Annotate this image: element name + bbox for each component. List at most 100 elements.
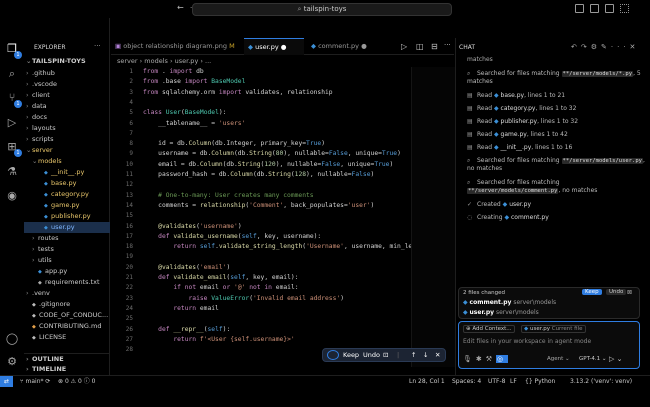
- settings-gear-icon[interactable]: ⚙: [5, 355, 19, 369]
- code-line[interactable]: return email: [143, 305, 219, 312]
- code-line[interactable]: email = db.Column(db.String(120), nullab…: [143, 161, 393, 168]
- indentation[interactable]: Spaces: 4: [452, 376, 481, 387]
- tree-item[interactable]: ◆ base.py: [24, 178, 110, 189]
- account-icon[interactable]: ◯: [5, 332, 19, 346]
- timeline-section[interactable]: › TIMELINE: [24, 364, 110, 375]
- search-icon[interactable]: ⌕: [5, 67, 19, 81]
- send-button[interactable]: ▷ ⌄: [609, 355, 622, 363]
- python-interpreter[interactable]: 3.13.2 ('venv': venv): [570, 376, 632, 387]
- file-link[interactable]: game.py: [501, 131, 527, 138]
- back-arrow-icon[interactable]: ←: [177, 3, 184, 12]
- model-selector[interactable]: GPT-4.1 ⌄: [579, 356, 607, 362]
- tree-item[interactable]: › scripts: [24, 134, 110, 145]
- code-line[interactable]: def validate_email(self, key, email):: [143, 274, 298, 281]
- code-line[interactable]: from .base import BaseModel: [143, 78, 245, 85]
- code-line[interactable]: if not email or '@' not in email:: [143, 284, 298, 291]
- code-line[interactable]: @validates('username'): [143, 223, 241, 230]
- customize-layout-icon[interactable]: [620, 4, 629, 13]
- code-line[interactable]: raise ValueError('Invalid email address'…: [143, 295, 344, 302]
- tree-item[interactable]: ◆ __init__.py: [24, 167, 110, 178]
- run-debug-icon[interactable]: ▷: [5, 116, 19, 130]
- code-line[interactable]: def validate_username(self, key, usernam…: [143, 233, 321, 240]
- tree-item[interactable]: › docs: [24, 112, 110, 123]
- current-file-chip[interactable]: ◆ user.py Current file: [521, 325, 586, 333]
- code-editor[interactable]: 1 from . import db 2 from .base import Base…: [111, 67, 411, 367]
- code-line[interactable]: id = db.Column(db.Integer, primary_key=T…: [143, 140, 325, 147]
- tree-item[interactable]: ◆ user.py: [24, 222, 110, 233]
- code-line[interactable]: # One-to-many: User creates many comment…: [143, 192, 313, 199]
- language-mode[interactable]: {} Python: [525, 376, 555, 387]
- toggle-primary-sidebar-icon[interactable]: [575, 4, 584, 13]
- chat-toolbar-icons[interactable]: ↶↷⚙✎···✕: [571, 43, 639, 51]
- changed-file-user[interactable]: ◆ user.py server\models: [463, 309, 539, 316]
- tree-item[interactable]: ◆ LICENSE: [24, 332, 110, 343]
- chat-input-box[interactable]: ⊕ Add Context... ◆ user.py Current file …: [458, 321, 640, 369]
- tab-user-py[interactable]: ◆ user.py ●: [244, 38, 304, 55]
- file-link[interactable]: comment.py: [511, 214, 549, 221]
- github-icon[interactable]: ◉: [5, 189, 19, 203]
- workspace-root[interactable]: ⌄TAILSPIN-TOYS: [24, 56, 110, 67]
- file-link[interactable]: user.py: [509, 201, 531, 208]
- chat-input-field[interactable]: Edit files in your workspace in agent mo…: [463, 338, 591, 345]
- tree-item[interactable]: › tests: [24, 244, 110, 255]
- toggle-secondary-sidebar-icon[interactable]: [605, 4, 614, 13]
- tree-item[interactable]: › routes: [24, 233, 110, 244]
- close-review-icon[interactable]: ✕: [435, 349, 440, 361]
- run-python-icon[interactable]: ▷: [401, 42, 407, 51]
- branch-indicator[interactable]: ⑂ main* ⟳: [20, 376, 50, 387]
- file-link[interactable]: base.py: [501, 92, 525, 99]
- code-line[interactable]: from . import db: [143, 68, 204, 75]
- tree-item[interactable]: ◆ .gitignore: [24, 299, 110, 310]
- tree-item[interactable]: ◆ publisher.py: [24, 211, 110, 222]
- collapse-icon[interactable]: ⊠: [627, 289, 632, 296]
- tree-item[interactable]: › data: [24, 101, 110, 112]
- tree-item[interactable]: ⌄models: [24, 156, 110, 167]
- mode-selector[interactable]: Agent ⌄: [547, 356, 570, 362]
- tree-item[interactable]: › utils: [24, 255, 110, 266]
- tree-item[interactable]: › .venv: [24, 288, 110, 299]
- code-line[interactable]: def __repr__(self):: [143, 326, 230, 333]
- tree-item[interactable]: ◆ requirements.txt: [24, 277, 110, 288]
- code-line[interactable]: password_hash = db.Column(db.String(128)…: [143, 171, 374, 178]
- file-link[interactable]: category.py: [501, 105, 536, 112]
- tree-item[interactable]: ◆ app.py: [24, 266, 110, 277]
- code-line[interactable]: __tablename__ = 'users': [143, 120, 245, 127]
- minimap[interactable]: [411, 67, 455, 367]
- command-center-search[interactable]: ⌕ tailspin-toys: [192, 3, 452, 16]
- code-line[interactable]: @validates('email'): [143, 264, 230, 271]
- code-line[interactable]: username = db.Column(db.String(80), null…: [143, 150, 401, 157]
- tree-item[interactable]: ⌄server: [24, 145, 110, 156]
- file-link[interactable]: __init__.py: [501, 144, 532, 151]
- tree-item[interactable]: › .github: [24, 68, 110, 79]
- code-line[interactable]: return self.validate_string_length('User…: [143, 243, 411, 250]
- keep-all-button[interactable]: Keep: [582, 289, 602, 295]
- add-context-button[interactable]: ⊕ Add Context...: [463, 325, 515, 333]
- editor-more-icon[interactable]: ···: [444, 41, 451, 49]
- encoding[interactable]: UTF-8: [488, 376, 506, 387]
- diff-icon[interactable]: ⊡: [383, 349, 388, 361]
- code-line[interactable]: class User(BaseModel):: [143, 109, 226, 116]
- toggle-panel-icon[interactable]: [590, 4, 599, 13]
- chat-input-tools[interactable]: 🎙✱⚒◎: [463, 355, 509, 363]
- changed-file-comment[interactable]: ◆ comment.py server\models: [463, 299, 556, 306]
- tree-item[interactable]: ◆ CONTRIBUTING.md: [24, 321, 110, 332]
- tree-item[interactable]: › .vscode: [24, 79, 110, 90]
- split-editor-icon[interactable]: ⊟: [431, 42, 438, 51]
- tree-item[interactable]: › client: [24, 90, 110, 101]
- code-line[interactable]: comments = relationship('Comment', back_…: [143, 202, 374, 209]
- tree-item[interactable]: ◆ CODE_OF_CONDUC...: [24, 310, 110, 321]
- explorer-icon[interactable]: ❐ 1: [5, 42, 22, 59]
- more-actions-icon[interactable]: ···: [94, 42, 101, 50]
- keep-button[interactable]: Keep: [343, 349, 359, 361]
- code-line[interactable]: from sqlalchemy.orm import validates, re…: [143, 89, 333, 96]
- line-ending[interactable]: LF: [510, 376, 517, 387]
- tree-item[interactable]: ◆ game.py: [24, 200, 110, 211]
- next-change-icon[interactable]: ↓: [423, 349, 428, 361]
- tab-object-relationship-diagram[interactable]: ▣ object relationship diagram.png M: [111, 38, 241, 55]
- source-control-icon[interactable]: ⑂ 1: [5, 91, 22, 108]
- file-link[interactable]: publisher.py: [501, 118, 538, 125]
- tab-comment-py[interactable]: ◆ comment.py ●: [307, 38, 375, 55]
- cursor-position[interactable]: Ln 28, Col 1: [409, 376, 445, 387]
- previous-change-icon[interactable]: ↑: [411, 349, 416, 361]
- remote-indicator-icon[interactable]: ⇄: [0, 376, 13, 387]
